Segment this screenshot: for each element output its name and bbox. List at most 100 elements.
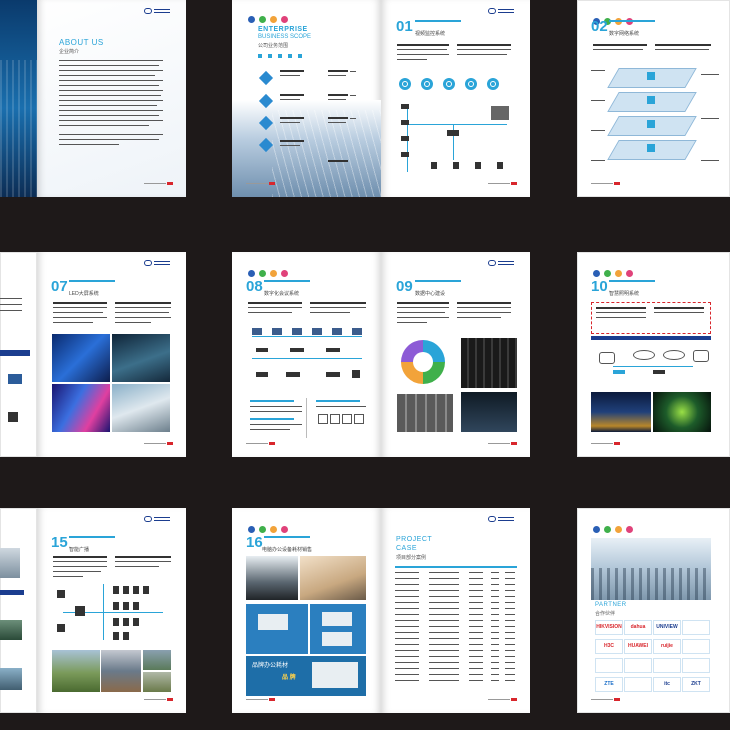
fragment-image bbox=[0, 548, 20, 578]
scope-title: ENTERPRISE bbox=[258, 26, 308, 33]
color-dots bbox=[593, 520, 637, 538]
page-section-08: 08 数字化会议系统 bbox=[232, 252, 381, 457]
fragment-device bbox=[8, 374, 22, 384]
section-title: 数据中心建设 bbox=[415, 291, 446, 297]
company-logo bbox=[488, 8, 514, 14]
server-rack-photo bbox=[397, 394, 453, 432]
section-number: 10 bbox=[591, 278, 608, 295]
device-icon-4 bbox=[465, 78, 477, 90]
partner-logo-8 bbox=[682, 639, 710, 654]
section-title: 视频监控系统 bbox=[415, 31, 446, 37]
partner-logo-15: itc bbox=[653, 677, 681, 692]
fragment-device-2 bbox=[8, 412, 18, 422]
divider bbox=[306, 398, 307, 438]
page-section-16: 16 电脑办公设备耗材销售 品牌办公耗材 品 牌 bbox=[232, 508, 381, 713]
partner-logo-6: HUAWEI bbox=[624, 639, 652, 654]
page-about-us: ABOUT US 企业简介 bbox=[37, 0, 186, 197]
server-cabinet-photo bbox=[461, 392, 517, 432]
fragment-bar bbox=[0, 350, 30, 356]
desktop-pc-photo bbox=[246, 556, 298, 600]
page-partners: PARTNER 合作伙伴 HIKVISION dahua UNIVIEW H3C… bbox=[577, 508, 730, 713]
park-photo-3 bbox=[143, 650, 171, 670]
page-footer-mark bbox=[488, 182, 517, 185]
section-title: 数字网络系统 bbox=[609, 31, 640, 37]
partner-logo-13: ZTE bbox=[595, 677, 623, 692]
company-logo bbox=[144, 8, 170, 14]
skyline-overlay bbox=[0, 60, 37, 197]
partner-logo-4 bbox=[682, 620, 710, 635]
light-show-photo bbox=[653, 392, 711, 432]
about-subtitle: 企业简介 bbox=[59, 49, 80, 55]
surveillance-diagram bbox=[397, 100, 515, 176]
fragment-bar bbox=[0, 590, 24, 595]
office-banner-line2: 品 牌 bbox=[282, 675, 296, 681]
section-title: 电脑办公设备耗材销售 bbox=[262, 547, 313, 553]
banner-printer bbox=[312, 662, 358, 688]
section-number: 01 bbox=[396, 18, 413, 35]
section-title: 智能广播 bbox=[69, 547, 90, 553]
conference-diagram bbox=[246, 326, 368, 396]
page-footer-mark bbox=[591, 698, 620, 701]
page-business-scope: ENTERPRISE BUSINESS SCOPE 公司业务范围 bbox=[232, 0, 381, 197]
title-underline bbox=[264, 536, 310, 538]
scope-subtitle: 公司业务范围 bbox=[258, 43, 289, 49]
partner-logo-12 bbox=[682, 658, 710, 673]
page-footer-mark bbox=[144, 442, 173, 445]
title-underline bbox=[609, 20, 655, 22]
page-section-07: 07 LED大屏系统 bbox=[37, 252, 186, 457]
about-title: ABOUT US bbox=[59, 38, 104, 47]
case-title-1: PROJECT bbox=[396, 536, 433, 543]
page-footer-mark bbox=[246, 442, 275, 445]
partner-skyline bbox=[591, 568, 711, 600]
page-footer-mark bbox=[591, 442, 620, 445]
section-number: 09 bbox=[396, 278, 413, 295]
title-underline bbox=[69, 280, 115, 282]
case-title-2: CASE bbox=[396, 545, 418, 552]
park-photo-4 bbox=[143, 672, 171, 692]
section-number: 07 bbox=[51, 278, 68, 295]
partner-logo-9 bbox=[595, 658, 623, 673]
partner-logo-5: H3C bbox=[595, 639, 623, 654]
office-banner-line1: 品牌办公耗材 bbox=[252, 663, 289, 669]
printer-device-3 bbox=[322, 632, 352, 646]
lighting-bar bbox=[591, 336, 711, 340]
section-title: 数字化会议系统 bbox=[264, 291, 300, 297]
page-section-10: 10 智慧照明系统 bbox=[577, 252, 730, 457]
section-number: 02 bbox=[591, 18, 608, 35]
page-footer-mark bbox=[488, 698, 517, 701]
title-underline bbox=[415, 280, 461, 282]
page-fragment-left-row2 bbox=[0, 252, 37, 457]
fragment-photo bbox=[0, 620, 22, 640]
section-title: 智慧照明系统 bbox=[609, 291, 640, 297]
broadcast-diagram bbox=[53, 584, 171, 644]
case-subtitle: 项目部分案例 bbox=[396, 555, 427, 561]
title-underline bbox=[69, 536, 115, 538]
scope-title-2: BUSINESS SCOPE bbox=[258, 34, 312, 40]
server-room-photo bbox=[461, 338, 517, 388]
printer-device-2 bbox=[322, 612, 352, 626]
company-logo bbox=[144, 260, 170, 266]
section-number: 16 bbox=[246, 534, 263, 551]
building-lines bbox=[272, 110, 381, 197]
section-number: 08 bbox=[246, 278, 263, 295]
page-fragment-left-row3 bbox=[0, 508, 37, 713]
printer-device bbox=[258, 614, 288, 630]
company-logo bbox=[144, 516, 170, 522]
page-section-15: 15 智能广播 bbox=[37, 508, 186, 713]
partner-logo-16: ZKT bbox=[682, 677, 710, 692]
page-project-case: PROJECT CASE 项目部分案例 bbox=[381, 508, 530, 713]
park-photo-1 bbox=[52, 650, 100, 692]
city-night-photo bbox=[591, 392, 651, 432]
section-number: 15 bbox=[51, 534, 68, 551]
device-icon-5 bbox=[487, 78, 499, 90]
building-network-diagram bbox=[607, 62, 697, 172]
partner-logo-14 bbox=[624, 677, 652, 692]
title-underline bbox=[609, 280, 655, 282]
led-photo-3 bbox=[52, 384, 110, 432]
partner-logo-7: ruijie bbox=[653, 639, 681, 654]
device-icon-3 bbox=[443, 78, 455, 90]
page-footer-mark bbox=[591, 182, 620, 185]
partner-logo-2: dahua bbox=[624, 620, 652, 635]
title-underline bbox=[415, 20, 461, 22]
section-title: LED大屏系统 bbox=[69, 291, 99, 297]
